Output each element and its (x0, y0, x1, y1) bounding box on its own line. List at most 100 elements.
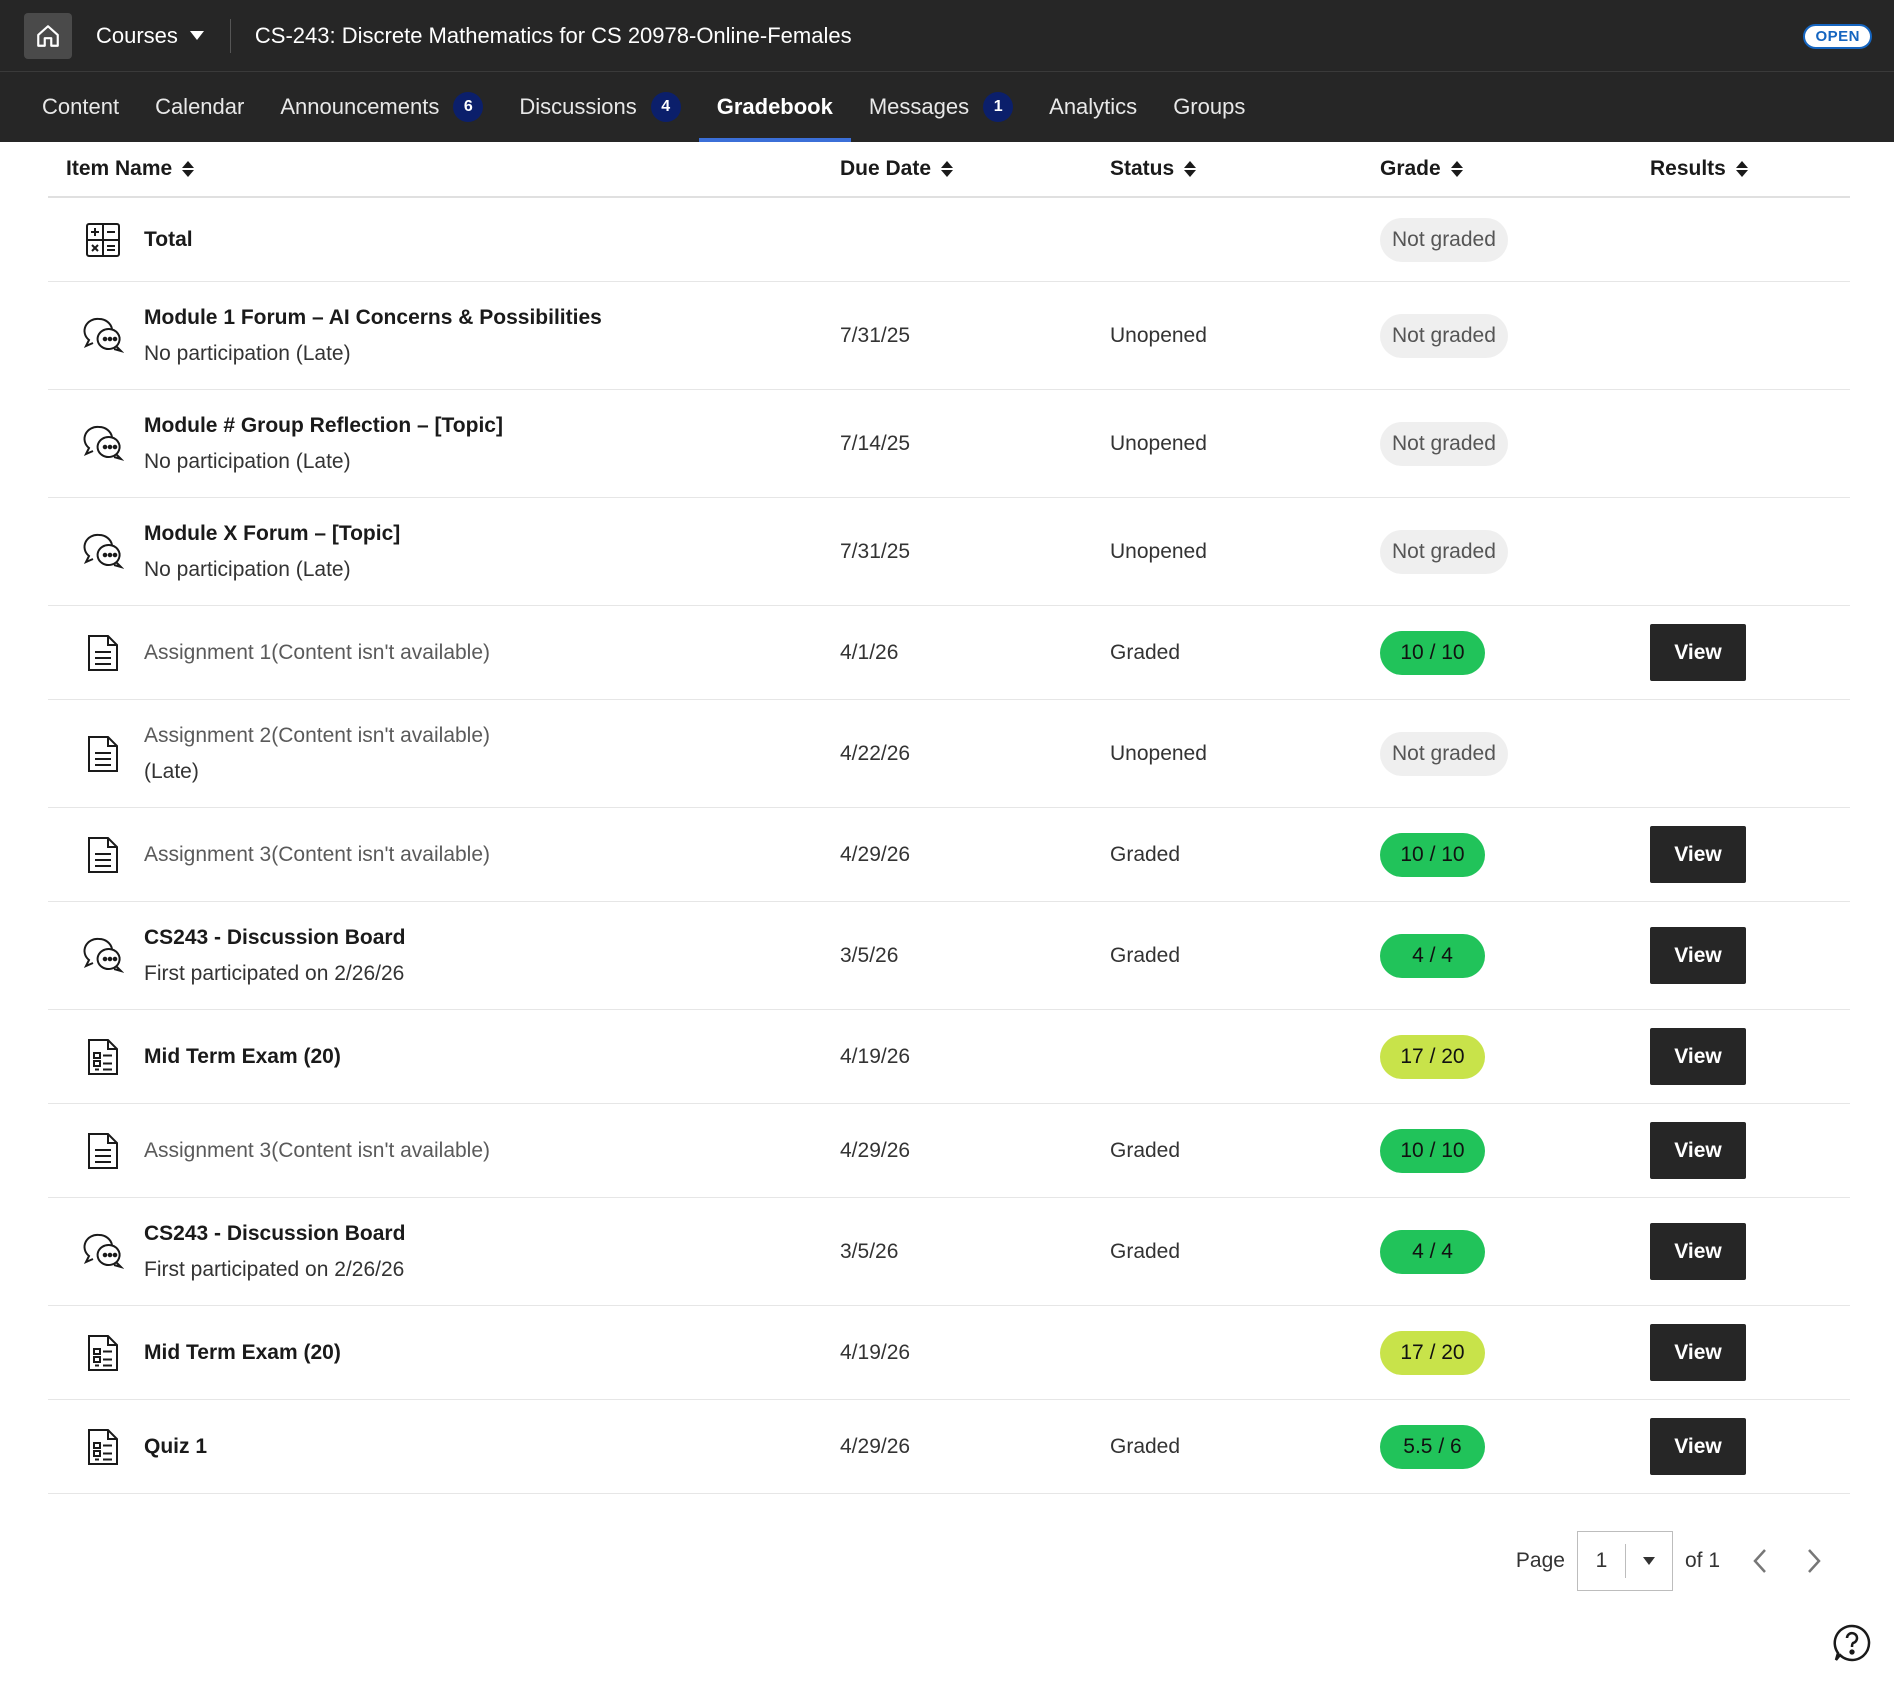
grade-pill: 17 / 20 (1380, 1034, 1485, 1079)
due-date: 4/29/26 (840, 1434, 911, 1458)
tab-label: Calendar (155, 94, 245, 119)
tab-label: Discussions (519, 94, 637, 119)
due-date: 7/14/25 (840, 431, 911, 455)
results-cell: View (1650, 927, 1850, 984)
tab-analytics[interactable]: Analytics (1031, 72, 1155, 142)
previous-page-button[interactable] (1750, 1546, 1772, 1576)
table-row: CS243 - Discussion Board First participat… (48, 1198, 1850, 1306)
sort-status[interactable]: Status (1110, 157, 1380, 181)
view-button[interactable]: View (1650, 1122, 1746, 1179)
due-date: 4/22/26 (840, 741, 911, 765)
document-icon (78, 1126, 128, 1176)
due-date: 4/29/26 (840, 842, 911, 866)
item-name-block: Module # Group Reflection – [Topic] No pa… (144, 414, 503, 474)
item-name-cell: Assignment 3(Content isn't available) (48, 830, 840, 880)
tab-label: Content (42, 94, 120, 119)
header-label: Results (1650, 157, 1726, 180)
view-button[interactable]: View (1650, 927, 1746, 984)
item-name[interactable]: Mid Term Exam (20) (144, 1045, 341, 1069)
item-name[interactable]: Quiz 1 (144, 1435, 207, 1459)
results-cell: View (1650, 1028, 1850, 1085)
status: Unopened (1110, 539, 1207, 563)
discussion-icon (78, 311, 128, 361)
sort-grade[interactable]: Grade (1380, 157, 1650, 181)
view-button[interactable]: View (1650, 1418, 1746, 1475)
chevron-down-icon (1626, 1557, 1672, 1565)
tab-announcements[interactable]: Announcements 6 (262, 72, 501, 142)
home-icon (37, 24, 59, 47)
sort-due-date[interactable]: Due Date (840, 157, 1110, 181)
status: Graded (1110, 640, 1181, 664)
home-button[interactable] (24, 12, 72, 59)
results-cell: View (1650, 1324, 1850, 1381)
grade-cell: Not graded (1380, 421, 1650, 466)
item-name-cell: Assignment 2(Content isn't available) (La… (48, 724, 840, 784)
item-subtext: No participation (Late) (144, 557, 351, 581)
page-select[interactable]: 1 (1576, 1531, 1673, 1591)
course-nav: Content Calendar Announcements 6 Discussions… (0, 72, 1894, 142)
table-body: Total Not graded Module 1 Forum – AI Conce… (48, 198, 1850, 1494)
grade-cell: Not graded (1380, 217, 1650, 262)
pagination: Page 1 of 1 (1516, 1531, 1824, 1591)
divider (229, 18, 231, 53)
table-row: Module # Group Reflection – [Topic] No pa… (48, 390, 1850, 498)
tab-groups[interactable]: Groups (1155, 72, 1263, 142)
courses-menu[interactable]: Courses (96, 23, 204, 49)
discussion-icon (78, 1227, 128, 1277)
item-name[interactable]: Module # Group Reflection – [Topic] (144, 414, 503, 438)
next-page-button[interactable] (1802, 1546, 1824, 1576)
grade-pill: Not graded (1380, 731, 1508, 776)
item-name-cell: Module # Group Reflection – [Topic] No pa… (48, 414, 840, 474)
top-bar: Courses CS-243: Discrete Mathematics for… (0, 0, 1894, 72)
sort-item-name[interactable]: Item Name (48, 157, 840, 181)
view-button[interactable]: View (1650, 1028, 1746, 1085)
item-name[interactable]: CS243 - Discussion Board (144, 926, 405, 950)
status: Unopened (1110, 323, 1207, 347)
view-button[interactable]: View (1650, 826, 1746, 883)
sort-results[interactable]: Results (1650, 157, 1850, 181)
grade-pill: 4 / 4 (1380, 933, 1485, 978)
table-row: Module 1 Forum – AI Concerns & Possibili… (48, 282, 1850, 390)
course-title: CS-243: Discrete Mathematics for CS 2097… (254, 22, 852, 48)
due-date: 4/29/26 (840, 1138, 911, 1162)
status: Graded (1110, 1239, 1181, 1263)
discussion-icon (78, 527, 128, 577)
tab-label: Announcements (280, 94, 440, 119)
item-name[interactable]: Mid Term Exam (20) (144, 1341, 341, 1365)
grade-cell: 17 / 20 (1380, 1330, 1650, 1375)
view-button[interactable]: View (1650, 1223, 1746, 1280)
item-name[interactable]: Assignment 3(Content isn't available) (144, 1139, 490, 1163)
item-subtext: First participated on 2/26/26 (144, 961, 405, 985)
table-row: Mid Term Exam (20) 4/19/26 17 / 20 View (48, 1306, 1850, 1400)
item-name-cell: CS243 - Discussion Board First participat… (48, 926, 840, 986)
item-name[interactable]: Module 1 Forum – AI Concerns & Possibili… (144, 306, 602, 330)
item-name[interactable]: Assignment 1(Content isn't available) (144, 641, 490, 665)
tab-gradebook[interactable]: Gradebook (698, 72, 852, 142)
grade-cell: 10 / 10 (1380, 630, 1650, 675)
item-name-block: Module 1 Forum – AI Concerns & Possibili… (144, 306, 602, 366)
item-name-block: CS243 - Discussion Board First participat… (144, 1222, 405, 1282)
courses-label: Courses (96, 22, 178, 48)
tab-discussions[interactable]: Discussions 4 (501, 72, 698, 142)
table-row: Assignment 3(Content isn't available) 4/2… (48, 1104, 1850, 1198)
test-icon (78, 1422, 128, 1472)
grade-cell: Not graded (1380, 529, 1650, 574)
item-name-block: Assignment 2(Content isn't available) (La… (144, 724, 490, 784)
item-name[interactable]: Module X Forum – [Topic] (144, 522, 400, 546)
view-button[interactable]: View (1650, 624, 1746, 681)
help-button[interactable] (1832, 1623, 1872, 1668)
item-subtext: No participation (Late) (144, 341, 351, 365)
item-name[interactable]: CS243 - Discussion Board (144, 1222, 405, 1246)
item-name[interactable]: Assignment 3(Content isn't available) (144, 843, 490, 867)
tab-content[interactable]: Content (24, 72, 137, 142)
item-subtext: (Late) (144, 759, 199, 783)
item-name[interactable]: Assignment 2(Content isn't available) (144, 724, 490, 748)
view-button[interactable]: View (1650, 1324, 1746, 1381)
document-icon (78, 830, 128, 880)
table-row: Assignment 3(Content isn't available) 4/2… (48, 808, 1850, 902)
header-label: Due Date (840, 157, 932, 180)
tab-messages[interactable]: Messages 1 (851, 72, 1031, 142)
grade-cell: Not graded (1380, 731, 1650, 776)
tab-calendar[interactable]: Calendar (137, 72, 262, 142)
item-name[interactable]: Total (144, 228, 193, 252)
